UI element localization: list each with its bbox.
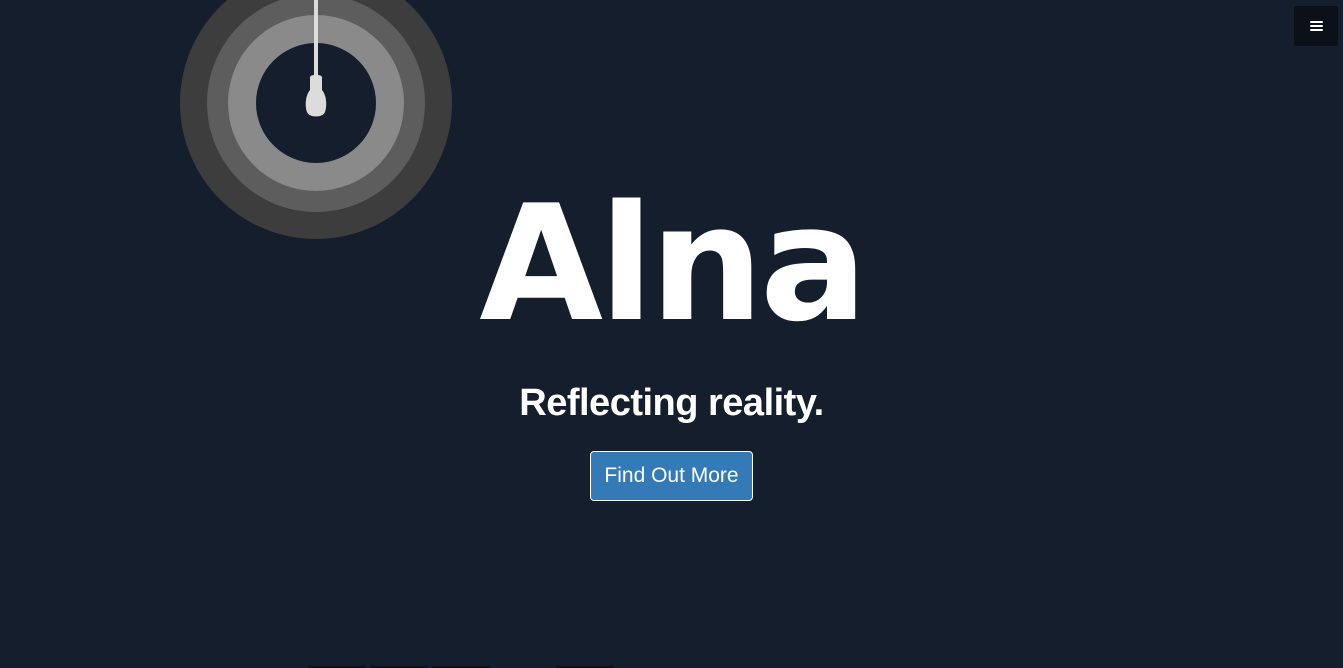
hero-title: Alna [479,170,868,357]
menu-toggle-button[interactable] [1294,6,1338,46]
hamburger-menu-icon [1309,20,1323,32]
find-out-more-button[interactable]: Find Out More [590,451,753,501]
hero-subtitle: Reflecting reality. [519,382,824,424]
landing-page: Alna Reflecting reality. Find Out More [0,0,1343,668]
